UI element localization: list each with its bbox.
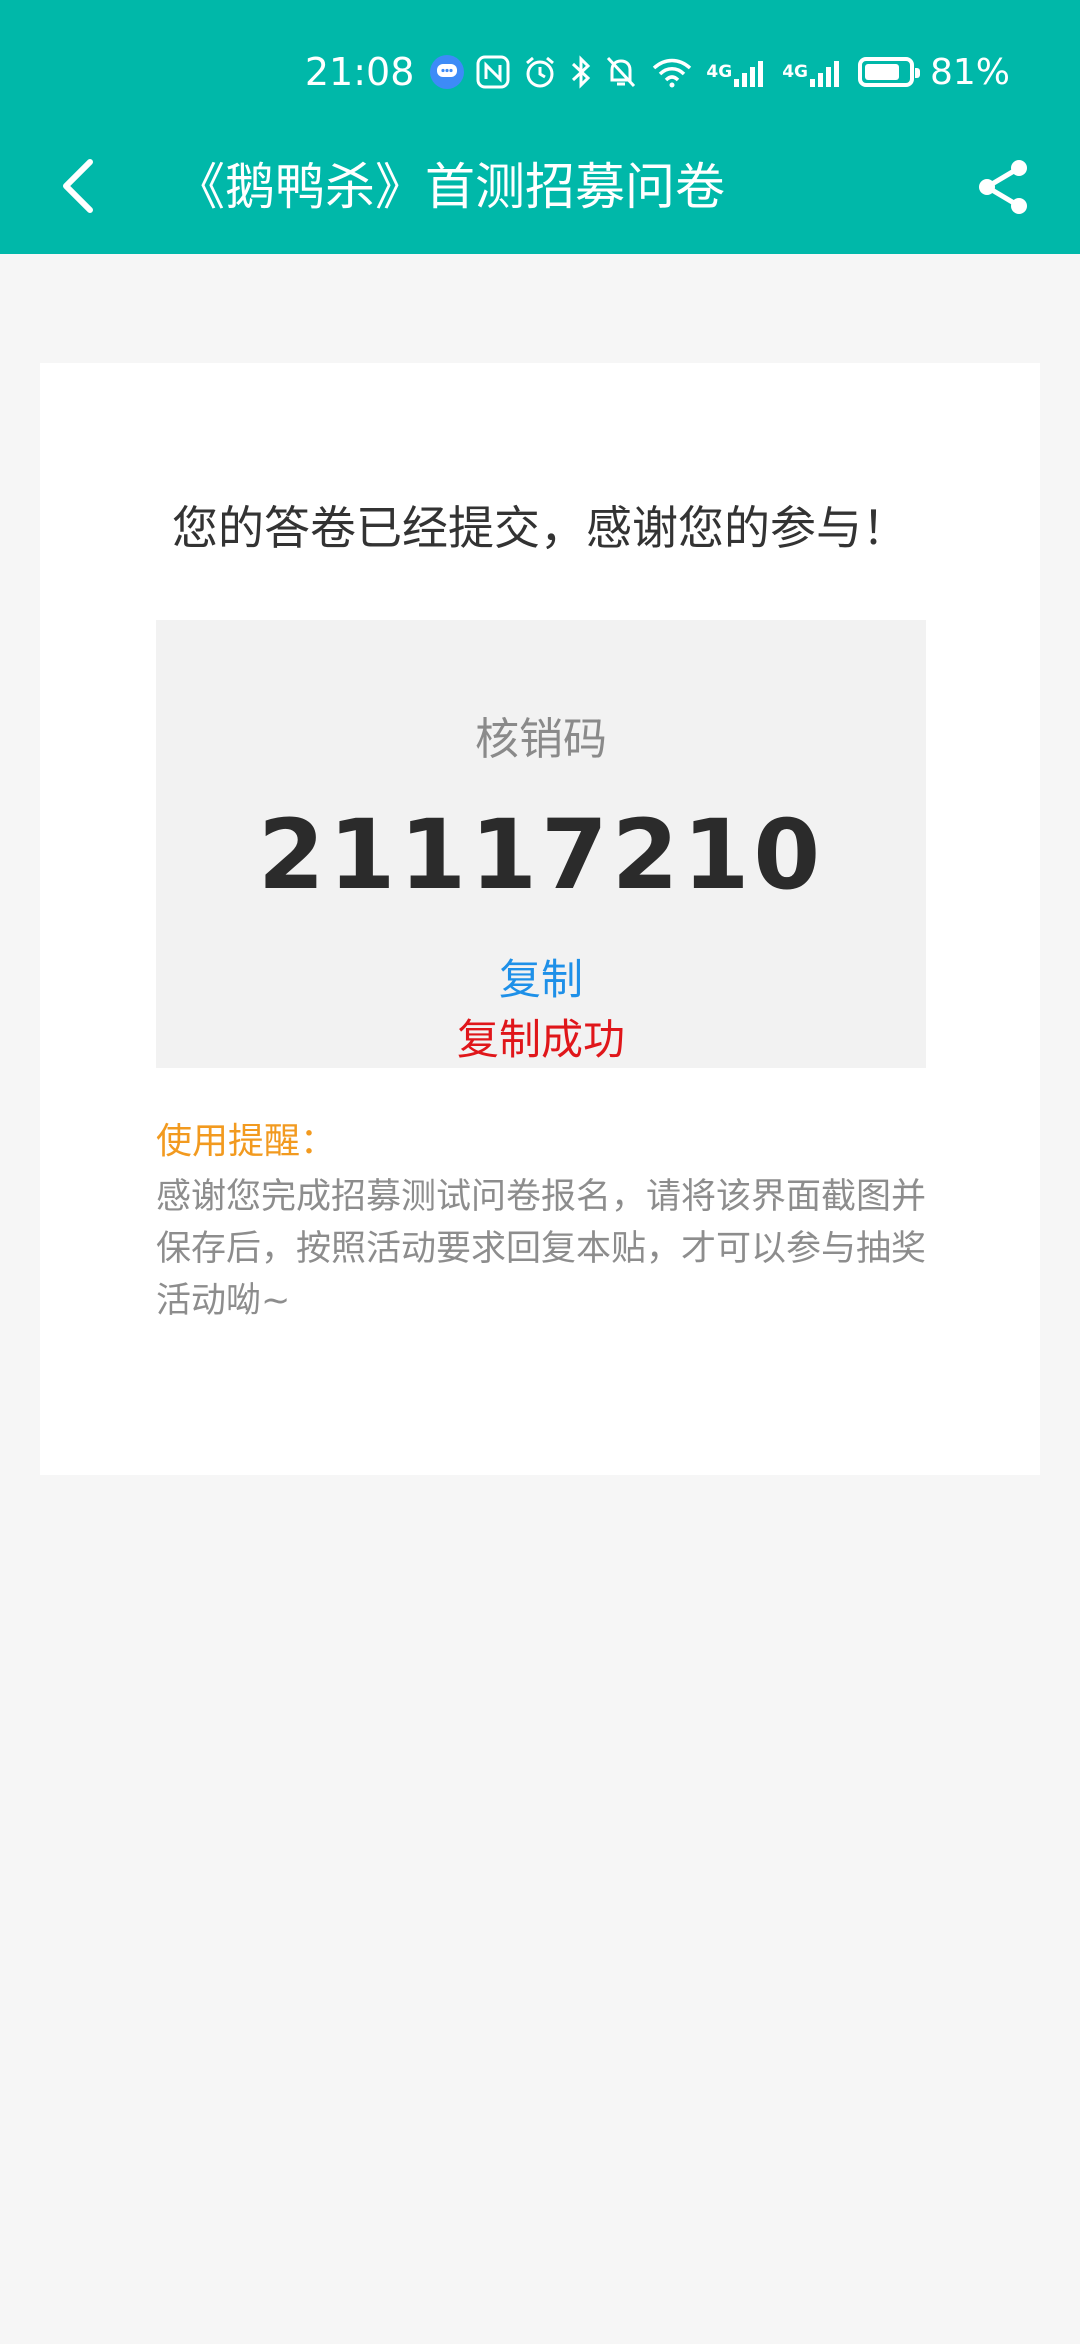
verification-code: 21117210: [257, 799, 825, 911]
signal-icon-2: 4G: [782, 52, 846, 92]
code-box: 核销码 21117210 复制 复制成功: [156, 620, 926, 1068]
code-label: 核销码: [475, 714, 607, 765]
wifi-icon: [650, 52, 694, 92]
share-button[interactable]: [968, 152, 1038, 222]
bluetooth-icon: [570, 52, 592, 92]
notice-body: 感谢您完成招募测试问卷报名，请将该界面截图并保存后，按照活动要求回复本贴，才可以…: [156, 1177, 927, 1321]
header-bar: 21:08 4G 4G 81% 《鹅鸭杀》首测招募问卷: [0, 0, 1080, 254]
network-label-2: 4G: [782, 61, 808, 82]
copy-success-message: 复制成功: [456, 1015, 625, 1064]
chevron-left-icon: [63, 159, 93, 213]
battery-icon: [857, 52, 920, 92]
share-icon: [979, 160, 1027, 214]
navigation-bar: 《鹅鸭杀》首测招募问卷: [0, 140, 1080, 230]
copy-button[interactable]: 复制: [156, 950, 926, 1010]
network-label-1: 4G: [706, 61, 733, 82]
submission-message: 您的答卷已经提交，感谢您的参与！: [172, 501, 908, 555]
battery-percent: 81%: [929, 51, 1010, 93]
status-bar: 21:08 4G 4G 81%: [305, 48, 1010, 96]
nfc-icon: [476, 52, 510, 92]
result-card: 您的答卷已经提交，感谢您的参与！ 核销码 21117210 复制 复制成功 使用…: [40, 363, 1040, 1475]
back-button[interactable]: [48, 154, 108, 218]
signal-icon-1: 4G: [706, 52, 770, 92]
status-time: 21:08: [304, 50, 415, 94]
notice-title: 使用提醒：: [156, 1121, 337, 1162]
page-title: 《鹅鸭杀》首测招募问卷: [175, 158, 725, 216]
alarm-icon: [522, 52, 558, 92]
mute-bell-icon: [604, 52, 638, 92]
message-icon: [430, 52, 465, 92]
